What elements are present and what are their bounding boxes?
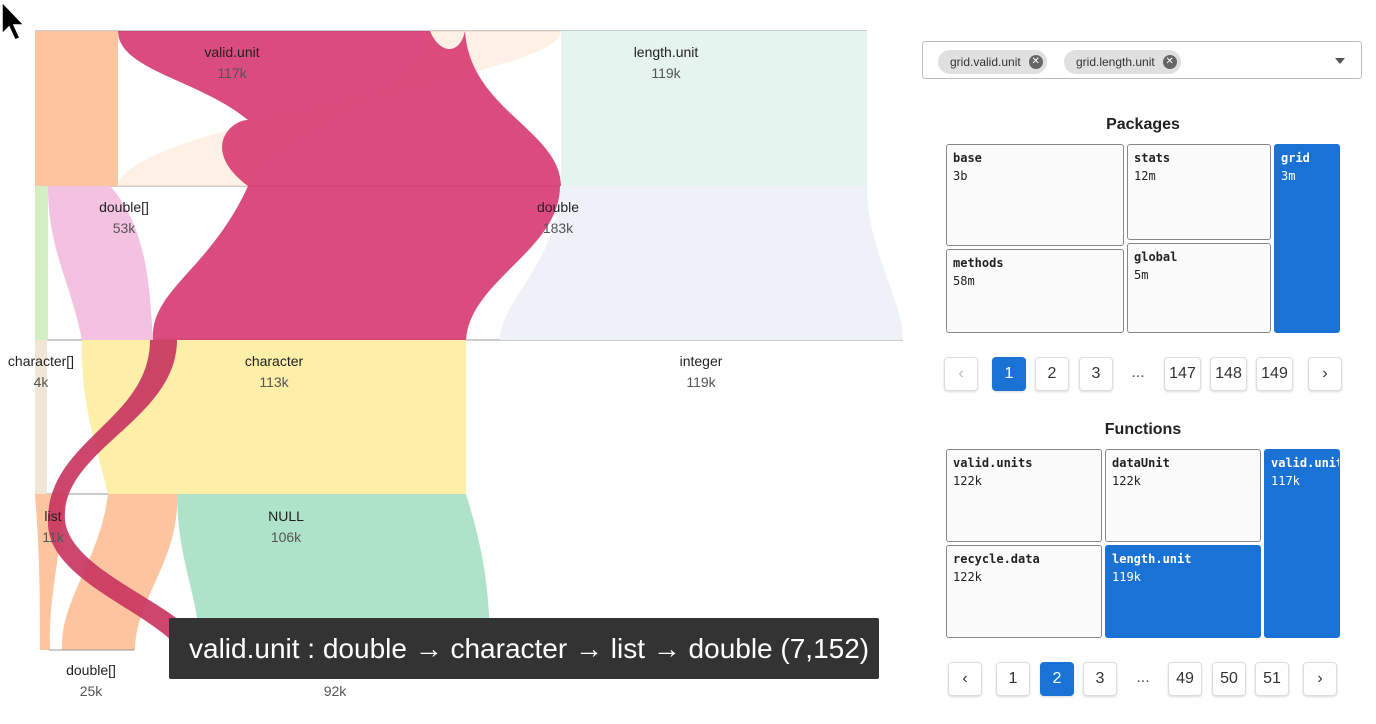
node-length-unit[interactable] [561, 31, 867, 186]
node-label: integer 119k [680, 351, 723, 393]
node-label: character[] 4k [8, 351, 74, 393]
tile-value: 119k [1112, 570, 1141, 584]
chevron-left-icon[interactable]: ‹ [944, 357, 978, 391]
node-value: 4k [33, 374, 49, 390]
node-value: 119k [686, 374, 716, 390]
node-peach[interactable] [35, 31, 118, 186]
caret-down-icon[interactable] [1335, 58, 1345, 64]
node-label: list 11k [42, 506, 64, 548]
node-label: NULL 106k [268, 506, 304, 548]
package-tile[interactable]: stats 12m [1127, 144, 1271, 240]
node-value: 106k [270, 529, 302, 545]
page-ellipsis: ... [1131, 364, 1145, 381]
chevron-right-icon[interactable]: › [1308, 357, 1342, 391]
page-button[interactable]: 1 [992, 357, 1026, 391]
page-button[interactable]: 148 [1210, 357, 1247, 391]
node-green[interactable] [35, 186, 48, 340]
filter-chip[interactable]: grid.length.unit ✕ [1064, 50, 1181, 74]
package-tile[interactable]: base 3b [946, 144, 1124, 246]
node-name: list [44, 508, 62, 524]
node-character[interactable] [177, 340, 466, 494]
flow-double[interactable] [152, 186, 561, 340]
node-name: valid.unit [204, 44, 260, 60]
page-button[interactable]: 49 [1168, 662, 1202, 696]
cancel-icon[interactable]: ✕ [1162, 55, 1177, 69]
tile-value: 5m [1134, 268, 1149, 282]
node-label: double[] 25k [66, 660, 116, 702]
function-tile-selected[interactable]: valid.unit 117k [1264, 449, 1340, 638]
node-name: double[] [99, 199, 149, 215]
node-name: integer [679, 353, 723, 369]
tile-name: valid.unit [1271, 456, 1340, 470]
tile-name: length.unit [1112, 552, 1192, 566]
tile-name: dataUnit [1112, 456, 1170, 470]
sankey-chart[interactable]: valid.unit 117k length.unit 119k double[] 5… [0, 0, 910, 724]
functions-title: Functions [1104, 421, 1182, 438]
node-label: character 113k [245, 351, 303, 393]
node-label: double 183k [537, 197, 579, 239]
package-tile[interactable]: methods 58m [946, 249, 1124, 333]
page-ellipsis: ... [1136, 669, 1150, 686]
function-tile-selected[interactable]: length.unit 119k [1105, 545, 1261, 638]
node-label: double[] 53k [99, 197, 149, 239]
tile-value: 122k [953, 474, 982, 488]
node-value: 117k [217, 65, 247, 81]
mouse-cursor-icon [1, 0, 26, 41]
tile-name: stats [1134, 151, 1171, 165]
package-tile[interactable]: global 5m [1127, 243, 1271, 333]
chip-label: grid.valid.unit [950, 55, 1021, 69]
page-button[interactable]: 2 [1035, 357, 1069, 391]
node-value: 25k [79, 683, 103, 699]
tile-value: 117k [1271, 474, 1300, 488]
tile-name: valid.units [953, 456, 1033, 470]
function-tile[interactable]: valid.units 122k [946, 449, 1102, 542]
tile-value: 3b [953, 169, 968, 183]
tile-value: 122k [1112, 474, 1141, 488]
node-name: character[] [7, 353, 75, 369]
packages-title: Packages [1106, 116, 1180, 133]
tile-name: grid [1281, 151, 1310, 165]
filter-chip[interactable]: grid.valid.unit ✕ [938, 50, 1047, 74]
node-value: 113k [259, 374, 289, 390]
node-name: NULL [268, 508, 304, 524]
node-name: double [536, 199, 580, 215]
page-button[interactable]: 147 [1164, 357, 1201, 391]
node-value: 53k [112, 220, 136, 236]
node-value: 119k [651, 65, 681, 81]
page-button[interactable]: 149 [1256, 357, 1293, 391]
node-name: length.unit [633, 44, 699, 60]
function-tile[interactable]: dataUnit 122k [1105, 449, 1261, 542]
tile-value: 58m [953, 274, 975, 288]
chevron-left-icon[interactable]: ‹ [948, 662, 982, 696]
tile-name: recycle.data [953, 552, 1040, 566]
tile-value: 12m [1134, 169, 1156, 183]
chip-label: grid.length.unit [1076, 55, 1155, 69]
tile-value: 3m [1281, 169, 1296, 183]
path-tooltip: valid.unit : double → character → list →… [169, 618, 879, 679]
package-filter-select[interactable]: grid.valid.unit ✕ grid.length.unit ✕ [922, 41, 1362, 79]
page-button[interactable]: 1 [996, 662, 1030, 696]
page-button[interactable]: 2 [1040, 662, 1074, 696]
function-tile[interactable]: recycle.data 122k [946, 545, 1102, 638]
tile-name: methods [953, 256, 1004, 270]
cancel-icon[interactable]: ✕ [1028, 55, 1043, 69]
tile-name: global [1134, 250, 1178, 264]
page-button[interactable]: 3 [1083, 662, 1117, 696]
node-label: valid.unit 117k [204, 42, 259, 84]
node-name: double[] [66, 662, 116, 678]
page-button[interactable]: 51 [1255, 662, 1289, 696]
package-tile-selected[interactable]: grid 3m [1274, 144, 1340, 333]
chevron-right-icon[interactable]: › [1303, 662, 1337, 696]
node-name: character [244, 353, 304, 369]
node-value: 11k [42, 529, 64, 545]
tile-value: 122k [953, 570, 982, 584]
page-button[interactable]: 50 [1212, 662, 1246, 696]
node-label: length.unit 119k [634, 42, 699, 84]
tile-name: base [953, 151, 982, 165]
sankey-svg[interactable] [0, 0, 910, 724]
page-button[interactable]: 3 [1079, 357, 1113, 391]
node-value: 92k [323, 683, 347, 699]
node-value: 183k [542, 220, 574, 236]
